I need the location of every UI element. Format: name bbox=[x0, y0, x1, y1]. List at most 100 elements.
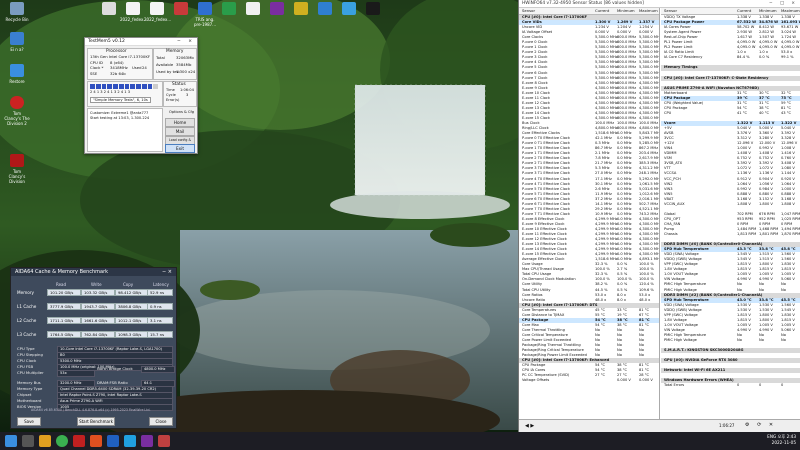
info-label: CPU FSB bbox=[17, 364, 34, 369]
nav-arrows-icon[interactable]: ◀ ▶ bbox=[525, 423, 534, 429]
nb-clock-value: 4800.0 MHz bbox=[141, 366, 175, 373]
log-box[interactable]: Customize: Extreme1 @anta777 Start testi… bbox=[87, 108, 163, 152]
desktop-icon-division2[interactable]: Tom Clancy's The Division 2 bbox=[4, 96, 30, 126]
total-label: Total bbox=[156, 55, 165, 60]
config-label: "Simple Memory Tests", 6, 10s bbox=[90, 97, 151, 103]
desktop-icon[interactable] bbox=[336, 2, 362, 17]
app-icon[interactable] bbox=[107, 435, 119, 447]
file-icon bbox=[246, 2, 260, 15]
max-value: 0.000 V bbox=[639, 378, 653, 383]
benchmark-value: 1098.3 GB/s bbox=[115, 331, 149, 338]
exit-button[interactable]: Exit bbox=[165, 144, 195, 153]
benchmark-value: 3.1 ns bbox=[147, 317, 173, 324]
sensor-row[interactable]: Total Errors 0 0 0 bbox=[661, 383, 800, 388]
header-current: Current bbox=[595, 8, 610, 13]
save-button[interactable]: Save bbox=[17, 417, 41, 426]
home-button[interactable]: Home bbox=[165, 118, 195, 127]
desktop-icon[interactable] bbox=[240, 2, 266, 17]
desktop-icon-label: Ei n a? bbox=[10, 47, 24, 52]
desktop-icon[interactable] bbox=[264, 2, 290, 17]
benchmark-value: 3777.9 GB/s bbox=[47, 303, 81, 310]
elapsed-time: 1:06:27 bbox=[719, 423, 735, 428]
available-label: Available bbox=[156, 62, 174, 67]
chrome-icon[interactable] bbox=[56, 435, 68, 447]
benchmark-value: 3806.8 GB/s bbox=[115, 303, 149, 310]
mail-button[interactable]: Mail bbox=[165, 127, 195, 136]
benchmark-value: 52.9 ns bbox=[147, 289, 173, 296]
desktop-icon-restore[interactable]: Restore bbox=[4, 64, 30, 84]
aida64-titlebar[interactable]: AIDA64 Cache & Memory Benchmark − × bbox=[11, 268, 176, 276]
desktop-icon-user[interactable]: Ei n a? bbox=[4, 32, 30, 52]
window-title: TestMem5 v0.12 bbox=[88, 39, 125, 44]
desktop-icon[interactable] bbox=[168, 2, 194, 17]
file-icon bbox=[318, 2, 332, 15]
available-value: 3584Mb bbox=[176, 62, 192, 67]
system-tray[interactable]: ENG 오후 2:43 2022-11-05 bbox=[767, 434, 796, 446]
benchmark-row-label: L1 Cache bbox=[17, 304, 37, 309]
search-icon[interactable] bbox=[22, 435, 34, 447]
total-value: 32063Mb bbox=[176, 55, 194, 60]
header-maximum: Maximum bbox=[781, 8, 800, 13]
desktop-icon-recycle-bin[interactable]: Recycle Bin bbox=[4, 2, 30, 22]
hwinfo-taskbar-icon[interactable] bbox=[158, 435, 170, 447]
app-icon[interactable] bbox=[124, 435, 136, 447]
sensor-name: Total Errors bbox=[664, 383, 685, 388]
current-value: 0 bbox=[737, 383, 740, 388]
app-icon[interactable] bbox=[90, 435, 102, 447]
desktop-icon[interactable]: TRIS ang. pre-1987... bbox=[192, 2, 218, 27]
window-controls[interactable]: − × bbox=[162, 268, 172, 276]
log-line: Start testing at 13:03, 1.300.224 bbox=[90, 116, 150, 120]
hwinfo-toolbar: ◀ ▶ 1:06:27 ⚙ ⟳ ✕ bbox=[519, 419, 800, 432]
division-game-icon bbox=[10, 154, 24, 167]
dram-fsb-label: DRAM:FSB Ratio bbox=[97, 380, 128, 385]
benchmark-value: 1943.7 GB/s bbox=[81, 303, 115, 310]
restore-icon bbox=[10, 64, 24, 77]
input-language[interactable]: ENG bbox=[767, 434, 776, 439]
desktop-icon[interactable] bbox=[312, 2, 338, 17]
status-heading: Status bbox=[172, 82, 186, 87]
close-button[interactable]: Close bbox=[149, 417, 173, 426]
clock-label: Clock * bbox=[90, 65, 104, 70]
col-write: Write bbox=[91, 282, 102, 287]
app-icon[interactable] bbox=[141, 435, 153, 447]
progress-group: 2 4 1 3 2 4 1 3 2 4 1 3 "Simple Memory T… bbox=[87, 81, 163, 107]
benchmark-row-label: L2 Cache bbox=[17, 318, 37, 323]
sensor-row[interactable]: Voltage Offsets 0.000 V 0.000 V bbox=[519, 378, 659, 383]
desktop-icon[interactable]: 2022_fedex... bbox=[144, 2, 172, 22]
used-value: 24 bbox=[142, 65, 147, 70]
taskbar: ENG 오후 2:43 2022-11-05 bbox=[0, 432, 800, 450]
window-controls[interactable]: − × bbox=[177, 38, 195, 45]
start-benchmark-button[interactable]: Start Benchmark bbox=[77, 417, 115, 426]
desktop-icon[interactable] bbox=[288, 2, 314, 17]
info-label: Motherboard bbox=[17, 398, 42, 403]
sensor-name: Voltage Offsets bbox=[522, 378, 550, 383]
desktop-icon[interactable] bbox=[360, 2, 386, 17]
col-copy: Copy bbox=[123, 282, 134, 287]
window-title: HWiNFO64 v7.32-4950 Sensor Status [86 va… bbox=[522, 1, 644, 6]
window-controls[interactable]: − □ × bbox=[769, 0, 798, 7]
desktop-icon-label: 2022_fedex... bbox=[144, 17, 172, 22]
min-value: 0.000 V bbox=[617, 378, 631, 383]
aida64-taskbar-icon[interactable] bbox=[73, 435, 85, 447]
memory-group: Memory Total 32063Mb Available 3584Mb Us… bbox=[153, 48, 197, 80]
start-icon[interactable] bbox=[5, 435, 17, 447]
hwinfo-titlebar[interactable]: HWiNFO64 v7.32-4950 Sensor Status [86 va… bbox=[519, 0, 800, 8]
toolbar-icons[interactable]: ⚙ ⟳ ✕ bbox=[745, 422, 776, 428]
desktop-icon[interactable]: 2022_fedex... bbox=[120, 2, 147, 22]
info-label: Chipset bbox=[17, 392, 32, 397]
desktop-icon[interactable] bbox=[216, 2, 242, 17]
testmem-titlebar[interactable]: TestMem5 v0.12 − × bbox=[85, 38, 197, 46]
clock-value: 3418MHz bbox=[110, 65, 128, 70]
desktop-icon-label: Restore bbox=[9, 79, 25, 84]
desktop-icon[interactable] bbox=[96, 2, 122, 17]
file-icon bbox=[102, 2, 116, 15]
sensor-pane-left[interactable]: Sensor Current Minimum Maximum CPU [#0]:… bbox=[519, 8, 660, 428]
sensor-pane-right[interactable]: Sensor Current Minimum Maximum VDDQ TX V… bbox=[661, 8, 800, 428]
progress-row-text: 2 4 1 3 2 4 1 3 2 4 1 3 bbox=[90, 90, 131, 94]
benchmark-value: 0.9 ns bbox=[147, 303, 173, 310]
file-explorer-icon[interactable] bbox=[39, 435, 51, 447]
header-sensor: Sensor bbox=[664, 8, 678, 13]
desktop-icon-division[interactable]: Tom Clancy's Division bbox=[4, 154, 30, 184]
processor-group: Processor 13th Gen Intel Core i7-13700KF… bbox=[87, 48, 153, 80]
header-sensor: Sensor bbox=[522, 8, 536, 13]
